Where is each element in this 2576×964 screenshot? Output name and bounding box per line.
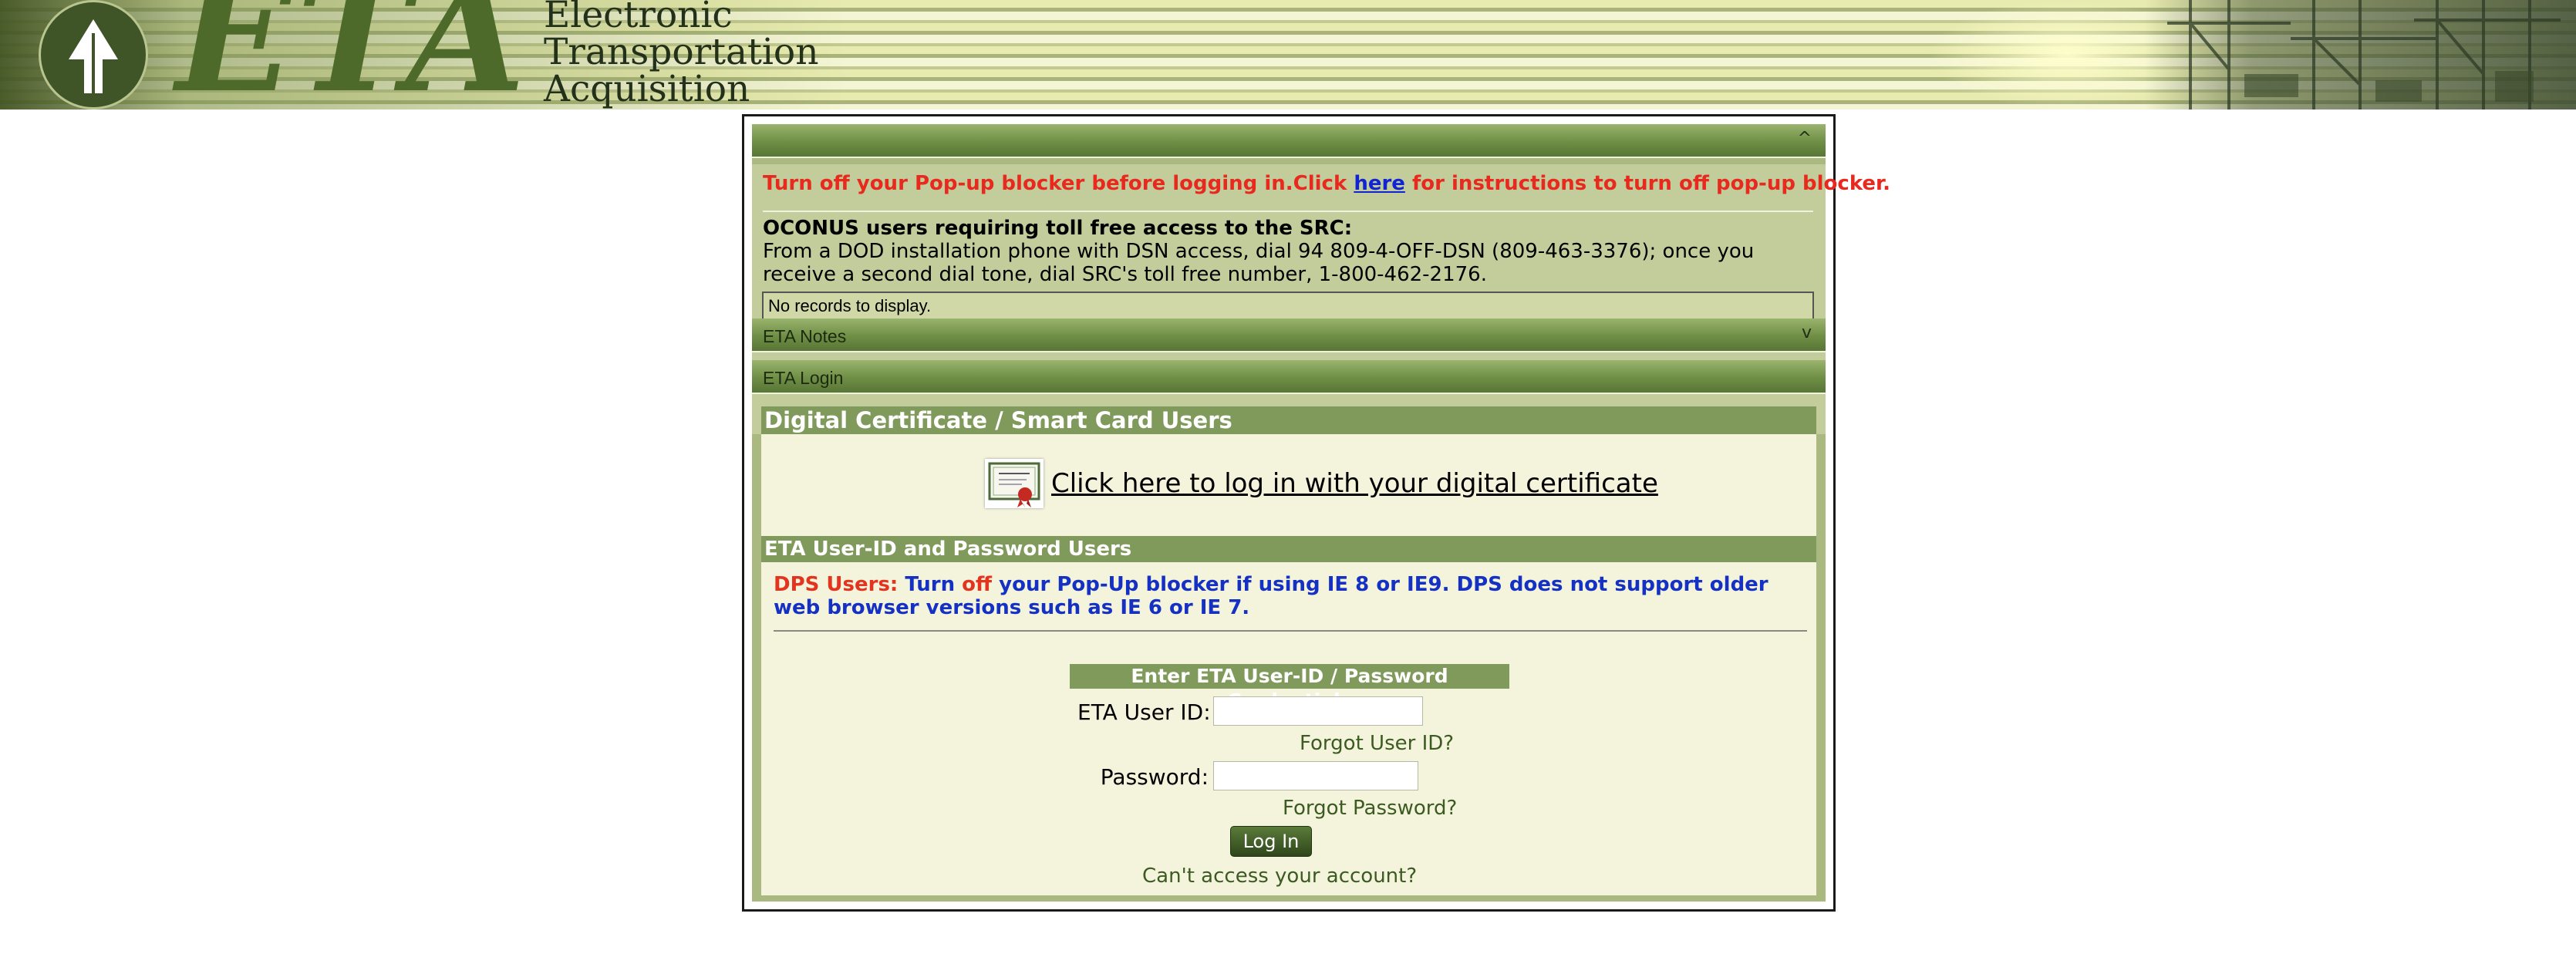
cert-login[interactable]: Click here to log in with your digital c… [985,459,1658,508]
forgot-password-link[interactable]: Forgot Password? [1283,797,1457,820]
divider [763,211,1813,212]
password-input[interactable] [1213,761,1418,790]
password-section-heading: ETA User-ID and Password Users [761,536,1816,562]
user-id-input[interactable] [1213,696,1423,726]
certificate-icon[interactable] [985,459,1044,508]
oconus-title: OCONUS users requiring toll free access … [763,217,1353,240]
popup-warning-prefix: Turn off your Pop-up blocker before logg… [763,172,1354,195]
forgot-user-id-link[interactable]: Forgot User ID? [1300,732,1454,755]
dps-off-word: off [962,573,993,596]
cert-section-heading: Digital Certificate / Smart Card Users [761,406,1816,434]
port-cranes-image [2144,0,2576,110]
chevron-down-icon[interactable]: v [1802,325,1812,342]
header-banner: ETA Electronic Transportation Acquisitio… [0,0,2576,110]
dps-text: Turn [898,573,963,596]
eta-logo-text: ETA [176,0,529,110]
log-in-button[interactable]: Log In [1230,826,1312,857]
collapse-icon[interactable]: ^ [1798,130,1812,147]
oconus-text: From a DOD installation phone with DSN a… [763,240,1755,286]
subtitle-line: Transportation [544,31,819,73]
digital-certificate-link[interactable]: Click here to log in with your digital c… [1051,468,1658,499]
eta-notes-bar[interactable]: ETA Notes v [752,319,1826,352]
popup-instructions-link[interactable]: here [1354,172,1405,195]
banner-subtitle: Electronic Transportation Acquisition [544,0,818,108]
cant-access-link[interactable]: Can't access your account? [1142,865,1417,888]
eta-login-bar[interactable]: ETA Login [752,360,1826,394]
password-label: Password: [1100,764,1209,790]
user-id-label: ETA User ID: [1077,699,1211,725]
dps-label: DPS Users: [774,573,899,596]
main-panel: ^ Turn off your Pop-up blocker before lo… [742,114,1890,912]
no-records-grid: No records to display. [762,292,1814,321]
eta-logo-icon [39,0,148,110]
notice-bar-header[interactable]: ^ [752,124,1826,158]
login-section: Digital Certificate / Smart Card Users C [761,406,1816,895]
dps-notice: DPS Users: Turn off your Pop-Up blocker … [774,573,1807,619]
credentials-heading: Enter ETA User-ID / Password Credentials [1070,664,1509,712]
subtitle-line: Acquisition [544,68,750,110]
divider [774,630,1807,632]
popup-warning-suffix: for instructions to turn off pop-up bloc… [1404,172,1891,195]
popup-warning: Turn off your Pop-up blocker before logg… [763,172,1890,195]
eta-notes-label: ETA Notes [763,326,847,346]
panel-body: ^ Turn off your Pop-up blocker before lo… [752,124,1890,902]
subtitle-line: Electronic [544,0,733,36]
eta-login-label: ETA Login [763,368,844,388]
